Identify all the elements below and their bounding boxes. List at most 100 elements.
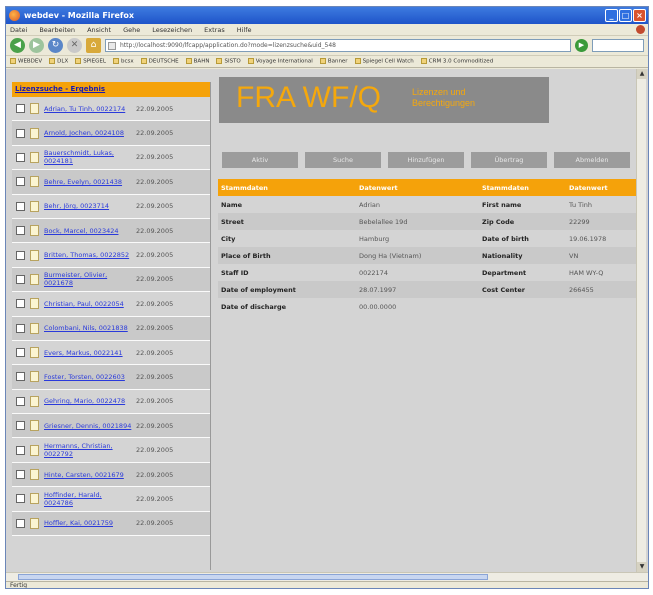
list-item: Colombani, Nils, 0021838 22.09.2005	[12, 316, 210, 341]
logout-button[interactable]: Abmelden	[554, 152, 630, 168]
row-checkbox[interactable]	[16, 226, 25, 236]
person-link[interactable]: Colombani, Nils, 0021838	[44, 324, 132, 332]
search-button[interactable]: Suche	[305, 152, 381, 168]
row-checkbox[interactable]	[16, 470, 25, 480]
person-link[interactable]: Christian, Paul, 0022054	[44, 300, 132, 308]
document-icon[interactable]	[30, 103, 39, 115]
document-icon[interactable]	[30, 493, 39, 505]
document-icon[interactable]	[30, 420, 39, 432]
menu-view[interactable]: Ansicht	[87, 26, 111, 34]
row-checkbox[interactable]	[16, 152, 25, 162]
menu-bookmarks[interactable]: Lesezeichen	[152, 26, 192, 34]
row-checkbox[interactable]	[16, 177, 25, 187]
row-checkbox[interactable]	[16, 201, 25, 211]
bookmark-item[interactable]: DEUTSCHE	[140, 58, 179, 65]
document-icon[interactable]	[30, 225, 39, 237]
person-link[interactable]: Hermanns, Christian, 0022792	[44, 442, 132, 458]
document-icon[interactable]	[30, 371, 39, 383]
person-link[interactable]: Evers, Markus, 0022141	[44, 349, 132, 357]
back-arrow-icon[interactable]: ◀	[10, 38, 25, 53]
row-checkbox[interactable]	[16, 250, 25, 260]
address-bar[interactable]: http://localhost:9090/lfcapp/application…	[105, 39, 571, 52]
row-checkbox[interactable]	[16, 445, 25, 455]
transfer-button[interactable]: Übertrag	[471, 152, 547, 168]
go-button[interactable]: ▶	[575, 39, 588, 52]
menu-file[interactable]: Datei	[10, 26, 27, 34]
bookmark-item[interactable]: WEBDEV	[10, 58, 42, 65]
bookmark-item[interactable]: SISTO	[216, 58, 241, 65]
menu-go[interactable]: Gehe	[123, 26, 140, 34]
person-link[interactable]: Foster, Torsten, 0022603	[44, 373, 132, 381]
bookmark-item[interactable]: SPIEGEL	[75, 58, 106, 65]
reload-icon[interactable]: ↻	[48, 38, 63, 53]
forward-arrow-icon[interactable]: ▶	[29, 38, 44, 53]
person-link[interactable]: Hoffinder, Harald, 0024786	[44, 491, 132, 507]
bookmark-item[interactable]: bcsx	[112, 58, 134, 65]
bookmark-item[interactable]: DLX	[49, 58, 68, 65]
scroll-up-icon[interactable]: ▲	[637, 69, 647, 79]
row-date: 22.09.2005	[136, 251, 174, 260]
bookmark-item[interactable]: CRM 3.0 Commoditized	[420, 58, 493, 65]
search-input[interactable]	[592, 39, 644, 52]
person-link[interactable]: Adrian, Tu Tinh, 0022174	[44, 105, 132, 113]
person-link[interactable]: Bock, Marcel, 0023424	[44, 227, 132, 235]
row-checkbox[interactable]	[16, 518, 25, 528]
stop-icon[interactable]: ✕	[67, 38, 82, 53]
document-icon[interactable]	[30, 127, 39, 139]
horizontal-scrollbar[interactable]	[6, 572, 648, 581]
document-icon[interactable]	[30, 249, 39, 261]
bookmark-item[interactable]: Spiegel Cell Watch	[354, 58, 414, 65]
scrollbar-thumb[interactable]	[18, 574, 488, 580]
scroll-down-icon[interactable]: ▼	[637, 562, 647, 572]
close-button[interactable]: ×	[633, 9, 646, 22]
row-checkbox[interactable]	[16, 372, 25, 382]
menu-edit[interactable]: Bearbeiten	[39, 26, 75, 34]
person-link[interactable]: Behre, Evelyn, 0021438	[44, 178, 132, 186]
active-button[interactable]: Aktiv	[222, 152, 298, 168]
document-icon[interactable]	[30, 322, 39, 334]
person-link[interactable]: Griesner, Dennis, 0021894	[44, 422, 132, 430]
document-icon[interactable]	[30, 200, 39, 212]
document-icon[interactable]	[30, 298, 39, 310]
document-icon[interactable]	[30, 395, 39, 407]
bookmark-item[interactable]: Voyage International	[247, 58, 313, 65]
row-checkbox[interactable]	[16, 421, 25, 431]
person-link[interactable]: Hoffler, Kai, 0021759	[44, 519, 132, 527]
field-label: Street	[221, 217, 244, 226]
vertical-scrollbar[interactable]: ▲ ▼	[636, 69, 647, 572]
document-icon[interactable]	[30, 517, 39, 529]
row-checkbox[interactable]	[16, 494, 25, 504]
field-value: 19.06.1978	[569, 234, 607, 243]
person-link[interactable]: Gehring, Mario, 0022478	[44, 397, 132, 405]
address-text: http://localhost:9090/lfcapp/application…	[120, 42, 336, 49]
person-link[interactable]: Burmeister, Olivier, 0021678	[44, 271, 132, 287]
document-icon[interactable]	[30, 273, 39, 285]
row-checkbox[interactable]	[16, 323, 25, 333]
document-icon[interactable]	[30, 347, 39, 359]
person-link[interactable]: Hinte, Carsten, 0021679	[44, 471, 132, 479]
row-checkbox[interactable]	[16, 104, 25, 114]
bookmark-item[interactable]: Banner	[319, 58, 348, 65]
minimize-button[interactable]: _	[605, 9, 618, 22]
document-icon[interactable]	[30, 151, 39, 163]
menu-tools[interactable]: Extras	[204, 26, 225, 34]
row-checkbox[interactable]	[16, 274, 25, 284]
person-link[interactable]: Arnold, Jochen, 0024108	[44, 129, 132, 137]
field-value: Bebelallee 19d	[359, 217, 408, 226]
person-link[interactable]: Britten, Thomas, 0022852	[44, 251, 132, 259]
document-icon[interactable]	[30, 176, 39, 188]
bookmark-item[interactable]: BAHN	[185, 58, 209, 65]
row-checkbox[interactable]	[16, 299, 25, 309]
menu-help[interactable]: Hilfe	[237, 26, 252, 34]
person-link[interactable]: Behr, Jörg, 0023714	[44, 202, 132, 210]
home-icon[interactable]: ⌂	[86, 38, 101, 53]
row-checkbox[interactable]	[16, 348, 25, 358]
row-checkbox[interactable]	[16, 128, 25, 138]
person-link[interactable]: Bauerschmidt, Lukas, 0024181	[44, 149, 132, 165]
document-icon[interactable]	[30, 444, 39, 456]
add-button[interactable]: Hinzufügen	[388, 152, 464, 168]
results-header[interactable]: Lizenzsuche - Ergebnis	[12, 82, 210, 97]
row-checkbox[interactable]	[16, 396, 25, 406]
maximize-button[interactable]: □	[619, 9, 632, 22]
document-icon[interactable]	[30, 469, 39, 481]
